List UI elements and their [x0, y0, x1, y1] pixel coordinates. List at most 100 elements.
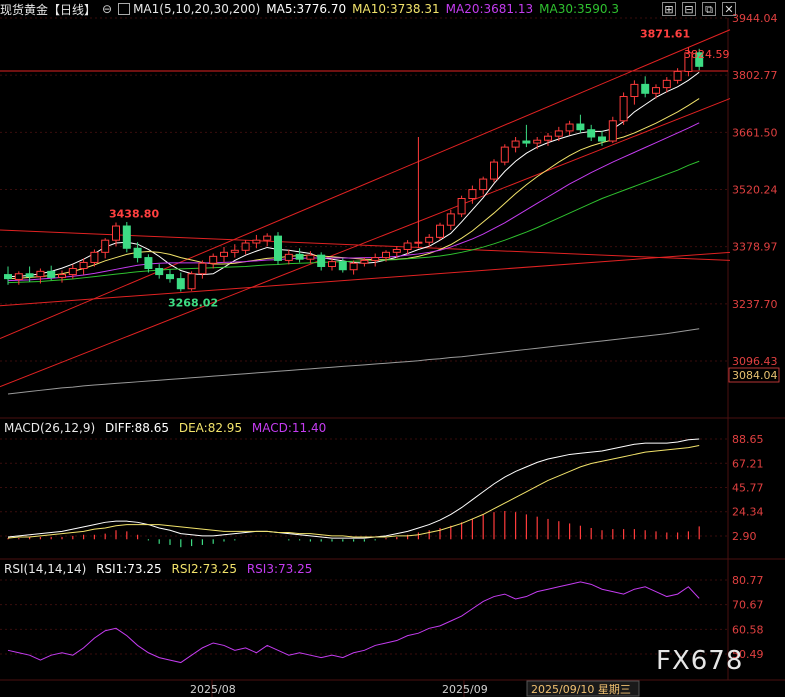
rsi3-value: RSI3:73.25	[246, 562, 313, 576]
candle-body	[662, 79, 671, 89]
candle-body	[360, 259, 369, 264]
cursor-date-label: 2025/09/10 星期三	[531, 683, 631, 696]
candle-body	[101, 239, 110, 253]
trend-line	[0, 98, 731, 388]
macd-name[interactable]: MACD(26,12,9)	[4, 421, 95, 435]
candle-body	[544, 135, 552, 141]
candle-body	[47, 270, 56, 278]
macd-value: MACD:11.40	[251, 421, 327, 435]
candle-body	[619, 96, 628, 122]
trend-line	[0, 29, 731, 339]
candle-body	[198, 262, 207, 275]
price-tick-label: 3661.50	[732, 126, 778, 139]
candle-body	[122, 225, 131, 249]
candle-body	[68, 268, 77, 276]
candle-body	[371, 257, 380, 261]
candle-body	[479, 178, 488, 191]
candle-body	[79, 261, 88, 270]
ma30-value: MA30:3590.3	[539, 2, 619, 16]
macd-tick-label: 2.90	[732, 530, 757, 543]
candle-body	[598, 136, 606, 142]
candle-body	[554, 130, 563, 137]
candle-body	[166, 274, 174, 280]
candle-body	[414, 241, 423, 244]
x-axis-label: 2025/08	[190, 683, 236, 696]
candle-body	[112, 225, 120, 241]
candle-body	[490, 161, 498, 180]
rsi-tick-label: 60.58	[732, 623, 764, 636]
macd-dea: DEA:82.95	[178, 421, 243, 435]
ma-indicator-label[interactable]: MA1(5,10,20,30,200)	[133, 2, 260, 16]
low-annotation: 3268.02	[168, 297, 218, 310]
candle-body	[533, 139, 542, 144]
candle-body	[220, 251, 228, 257]
ma-line-ma5	[7, 71, 700, 278]
price-tick-label: 3802.77	[732, 69, 778, 82]
fullscreen-icon[interactable]: ⊞	[662, 2, 676, 16]
macd-tick-label: 67.21	[732, 457, 764, 470]
macd-diff: DIFF:88.65	[104, 421, 170, 435]
macd-tick-label: 45.77	[732, 482, 764, 495]
candle-body	[252, 239, 261, 244]
candle-body	[14, 273, 23, 280]
candle-body	[673, 70, 682, 81]
candle-body	[317, 254, 326, 267]
candle-body	[58, 274, 66, 278]
candle-body	[284, 253, 293, 261]
rsi-tick-label: 70.67	[732, 599, 764, 612]
rsi2-value: RSI2:73.25	[171, 562, 238, 576]
candle-body	[630, 83, 639, 98]
rsi-label: RSI(14,14,14) RSI1:73.25 RSI2:73.25 RSI3…	[4, 562, 318, 576]
candle-body	[565, 123, 574, 132]
indicator-chart-icon[interactable]	[118, 3, 131, 15]
rsi1-value: RSI1:73.25	[96, 562, 162, 576]
candle-body	[425, 236, 434, 243]
candle-body	[36, 270, 45, 278]
candle-body	[436, 224, 444, 238]
candle-body	[328, 261, 336, 267]
candle-body	[641, 83, 650, 94]
candle-body	[133, 247, 142, 259]
price-tick-label: 3520.24	[732, 183, 778, 196]
collapse-icon[interactable]: ⊖	[102, 2, 112, 16]
rsi-name[interactable]: RSI(14,14,14)	[4, 562, 86, 576]
price-tick-label: 3378.97	[732, 241, 778, 254]
candle-body	[187, 273, 196, 290]
earlier-high-annotation: 3438.80	[109, 207, 159, 220]
x-axis-label: 2025/09	[442, 683, 488, 696]
candle-body	[587, 129, 596, 138]
macd-dea-line	[7, 444, 700, 539]
ma5-value: MA5:3776.70	[266, 2, 347, 16]
close-icon[interactable]: ✕	[722, 2, 736, 16]
candle-body	[144, 257, 153, 270]
ma20-value: MA20:3681.13	[445, 2, 534, 16]
candle-body	[155, 268, 164, 276]
candle-body	[338, 261, 347, 271]
candle-body	[274, 235, 282, 261]
macd-label: MACD(26,12,9) DIFF:88.65 DEA:82.95 MACD:…	[4, 421, 332, 435]
macd-tick-label: 88.65	[732, 433, 764, 446]
candle-body	[392, 248, 401, 253]
candle-body	[241, 242, 250, 251]
candle-body	[295, 253, 304, 260]
extra-price-label: 3084.04	[732, 369, 778, 382]
candle-body	[608, 120, 617, 142]
candle-body	[230, 249, 239, 253]
price-chart[interactable]: 3944.043802.773661.503520.243378.973237.…	[0, 0, 785, 697]
candle-body	[522, 140, 531, 144]
settings-icon[interactable]: ⊟	[682, 2, 696, 16]
candle-body	[263, 235, 272, 241]
price-tick-label: 3096.43	[732, 355, 778, 368]
instrument-title[interactable]: 现货黄金【日线】	[0, 1, 96, 18]
candle-body	[511, 140, 520, 148]
restore-icon[interactable]: ⧉	[702, 2, 716, 16]
candle-body	[457, 197, 466, 215]
last-price-label: 3824.59	[684, 48, 730, 61]
candle-body	[500, 146, 509, 163]
candle-body	[25, 273, 34, 278]
candle-body	[349, 262, 358, 271]
candle-body	[306, 254, 315, 260]
candle-body	[576, 123, 585, 131]
price-tick-label: 3237.70	[732, 298, 778, 311]
candle-body	[4, 274, 12, 280]
